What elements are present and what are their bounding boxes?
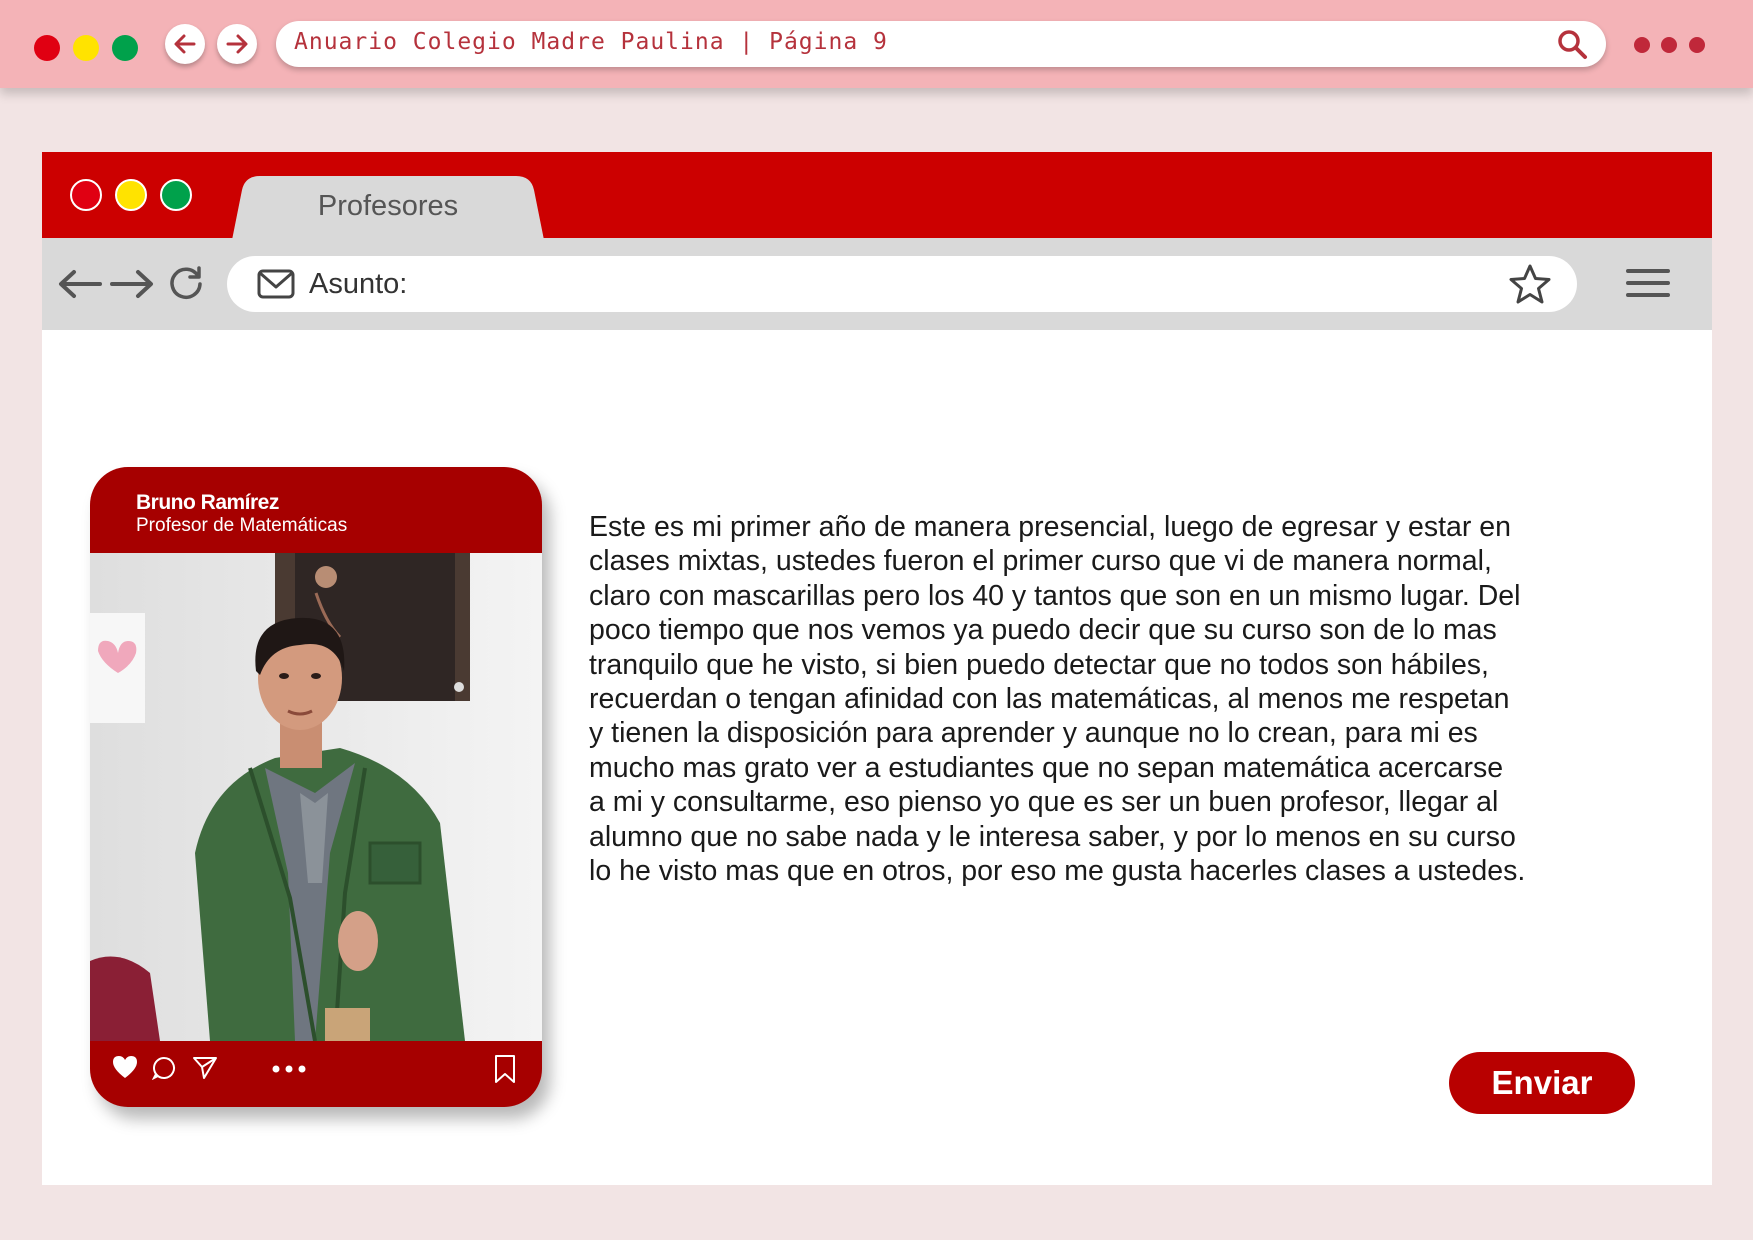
menu-dot-icon xyxy=(1689,37,1705,53)
forward-arrow-icon[interactable] xyxy=(110,269,154,299)
outer-back-button[interactable] xyxy=(165,24,205,64)
window-toolbar: Asunto: xyxy=(42,238,1712,330)
bookmark-icon[interactable] xyxy=(494,1054,516,1084)
search-icon[interactable] xyxy=(1556,28,1588,60)
window-maximize-button[interactable] xyxy=(160,179,192,211)
outer-url-text: Anuario Colegio Madre Paulina | Página 9 xyxy=(294,29,888,55)
post-action-bar xyxy=(90,1041,542,1107)
outer-maximize-button[interactable] xyxy=(112,35,138,61)
subject-field[interactable]: Asunto: xyxy=(227,256,1577,312)
window-minimize-button[interactable] xyxy=(115,179,147,211)
menu-dot-icon xyxy=(1661,37,1677,53)
teacher-photo xyxy=(90,553,542,1041)
menu-dot-icon xyxy=(1634,37,1650,53)
comment-icon[interactable] xyxy=(152,1056,176,1080)
send-icon[interactable] xyxy=(192,1056,218,1080)
arrow-left-icon xyxy=(174,34,196,54)
heart-icon[interactable] xyxy=(112,1055,138,1079)
back-arrow-icon[interactable] xyxy=(58,269,102,299)
window-titlebar: Profesores xyxy=(42,152,1712,240)
teacher-name: Bruno Ramírez xyxy=(136,491,279,514)
subject-label: Asunto: xyxy=(309,268,408,300)
teacher-post-card: Bruno Ramírez Profesor de Matemáticas xyxy=(90,467,542,1107)
window-close-button[interactable] xyxy=(70,179,102,211)
message-body: Este es mi primer año de manera presenci… xyxy=(589,511,1526,888)
star-icon[interactable] xyxy=(1509,264,1551,304)
outer-minimize-button[interactable] xyxy=(73,35,99,61)
arrow-right-icon xyxy=(226,34,248,54)
more-icon[interactable] xyxy=(272,1065,306,1073)
teacher-role: Profesor de Matemáticas xyxy=(136,515,348,536)
tab-label: Profesores xyxy=(317,190,459,222)
mail-icon xyxy=(257,269,295,299)
tab-profesores[interactable]: Profesores xyxy=(232,176,544,240)
outer-url-bar[interactable]: Anuario Colegio Madre Paulina | Página 9 xyxy=(276,21,1606,67)
outer-close-button[interactable] xyxy=(34,35,60,61)
send-button[interactable]: Enviar xyxy=(1449,1052,1635,1114)
outer-forward-button[interactable] xyxy=(217,24,257,64)
mail-window: Profesores Asunto: Bruno Ramírez Profeso… xyxy=(42,152,1712,1185)
outer-browser-bar: Anuario Colegio Madre Paulina | Página 9 xyxy=(0,0,1753,88)
refresh-icon[interactable] xyxy=(168,266,204,302)
hamburger-menu-icon[interactable] xyxy=(1626,268,1670,298)
